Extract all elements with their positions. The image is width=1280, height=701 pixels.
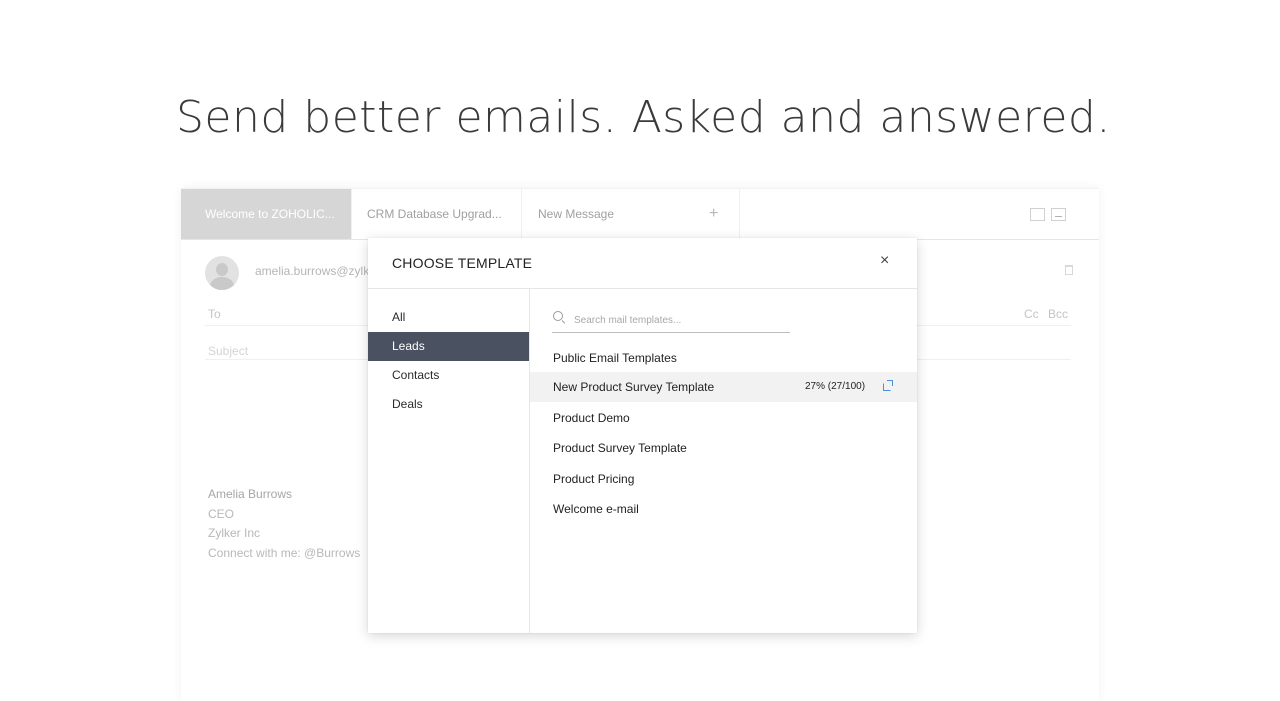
template-item[interactable]: Public Email Templates	[530, 343, 917, 373]
search-input[interactable]	[572, 309, 791, 331]
signature-company: Zylker Inc	[208, 526, 261, 540]
dialog-header: CHOOSE TEMPLATE ×	[368, 238, 917, 289]
dialog-title: CHOOSE TEMPLATE	[392, 255, 533, 271]
search-icon	[553, 311, 563, 321]
category-deals[interactable]: Deals	[368, 390, 529, 419]
trash-icon[interactable]	[1065, 265, 1073, 275]
external-link-icon[interactable]	[883, 380, 893, 391]
subject-field[interactable]: Subject	[208, 344, 248, 358]
template-name: Product Survey Template	[553, 441, 687, 455]
tab-separator	[739, 189, 740, 239]
template-item[interactable]: Welcome e-mail	[530, 494, 917, 524]
compose-tabs: Welcome to ZOHOLIC... CRM Database Upgra…	[181, 189, 1099, 240]
maximize-button[interactable]	[1030, 208, 1045, 221]
tab-crm-database[interactable]: CRM Database Upgrad...	[351, 189, 521, 239]
template-item[interactable]: Product Survey Template	[530, 433, 917, 463]
add-tab-button[interactable]: +	[709, 189, 718, 239]
template-item[interactable]: Product Pricing	[530, 464, 917, 494]
choose-template-dialog: CHOOSE TEMPLATE × All Leads Contacts Dea…	[368, 238, 917, 633]
template-categories: All Leads Contacts Deals	[368, 289, 530, 633]
template-usage-stat: 27% (27/100)	[805, 381, 866, 392]
template-item[interactable]: Product Demo	[530, 403, 917, 433]
template-name: New Product Survey Template	[553, 380, 715, 394]
tab-welcome[interactable]: Welcome to ZOHOLIC...	[181, 189, 351, 239]
close-icon[interactable]: ×	[880, 252, 889, 270]
template-name: Public Email Templates	[553, 351, 677, 365]
signature-title: CEO	[208, 506, 235, 521]
template-name: Product Pricing	[553, 472, 635, 486]
template-name: Welcome e-mail	[553, 502, 639, 516]
category-leads[interactable]: Leads	[368, 332, 529, 361]
to-field-label[interactable]: To	[208, 307, 221, 321]
template-search	[552, 309, 791, 333]
page-headline: Send better emails. Asked and answered.	[176, 92, 1111, 143]
cc-link[interactable]: Cc	[1024, 307, 1039, 321]
category-contacts[interactable]: Contacts	[368, 361, 529, 390]
category-all[interactable]: All	[368, 303, 529, 332]
email-signature: Amelia Burrows CEO Zylker Inc Connect wi…	[208, 485, 360, 563]
template-name: Product Demo	[553, 411, 630, 425]
avatar	[205, 256, 239, 290]
signature-connect: Connect with me: @Burrows	[208, 545, 361, 560]
signature-name: Amelia Burrows	[208, 487, 293, 501]
bcc-link[interactable]: Bcc	[1048, 307, 1068, 321]
cc-bcc-links: Cc Bcc	[1024, 307, 1068, 321]
minimize-button[interactable]	[1051, 208, 1066, 221]
tab-new-message[interactable]: New Message	[521, 189, 691, 239]
template-item[interactable]: New Product Survey Template 27% (27/100)	[530, 372, 917, 402]
